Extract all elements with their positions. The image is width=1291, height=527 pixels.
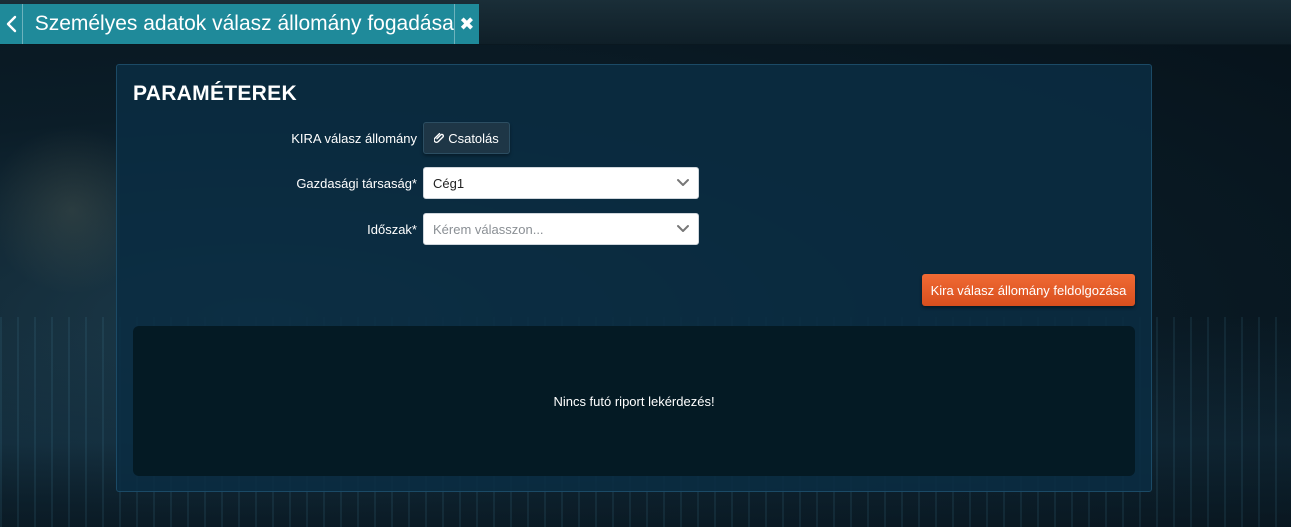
active-tab[interactable]: Személyes adatok válasz állomány fogadás… — [0, 4, 479, 44]
attach-button[interactable]: Csatolás — [423, 122, 510, 154]
tab-title: Személyes adatok válasz állomány fogadás… — [34, 12, 454, 35]
attach-button-label: Csatolás — [448, 130, 499, 146]
period-select[interactable]: Kérem válasszon... — [423, 213, 699, 245]
back-button[interactable] — [0, 4, 23, 44]
paperclip-icon — [434, 132, 445, 143]
parameters-panel: PARAMÉTEREK KIRA válasz állomány Csatolá… — [116, 64, 1152, 492]
chevron-down-icon — [677, 179, 689, 186]
kira-file-label: KIRA válasz állomány — [291, 130, 417, 146]
chevron-left-icon — [6, 15, 17, 33]
close-tab-button[interactable]: ✖ — [453, 4, 479, 44]
panel-title: PARAMÉTEREK — [133, 82, 297, 105]
report-status-message: Nincs futó riport lekérdezés! — [553, 393, 715, 409]
close-icon: ✖ — [459, 13, 475, 34]
background-lights — [0, 90, 120, 330]
report-status-box: Nincs futó riport lekérdezés! — [133, 326, 1135, 476]
kira-file-row: KIRA válasz állomány Csatolás — [117, 122, 817, 154]
chevron-down-icon — [677, 225, 689, 232]
period-label: Időszak* — [367, 221, 417, 237]
company-select[interactable]: Cég1 — [423, 167, 699, 199]
period-select-placeholder: Kérem válasszon... — [433, 221, 544, 237]
period-row: Időszak* Kérem válasszon... — [117, 213, 817, 245]
company-row: Gazdasági társaság* Cég1 — [117, 167, 817, 199]
company-select-value: Cég1 — [433, 175, 465, 191]
company-label: Gazdasági társaság* — [296, 175, 417, 191]
process-kira-file-button[interactable]: Kira válasz állomány feldolgozása — [922, 274, 1135, 306]
tab-bar: Személyes adatok válasz állomány fogadás… — [0, 0, 1291, 45]
